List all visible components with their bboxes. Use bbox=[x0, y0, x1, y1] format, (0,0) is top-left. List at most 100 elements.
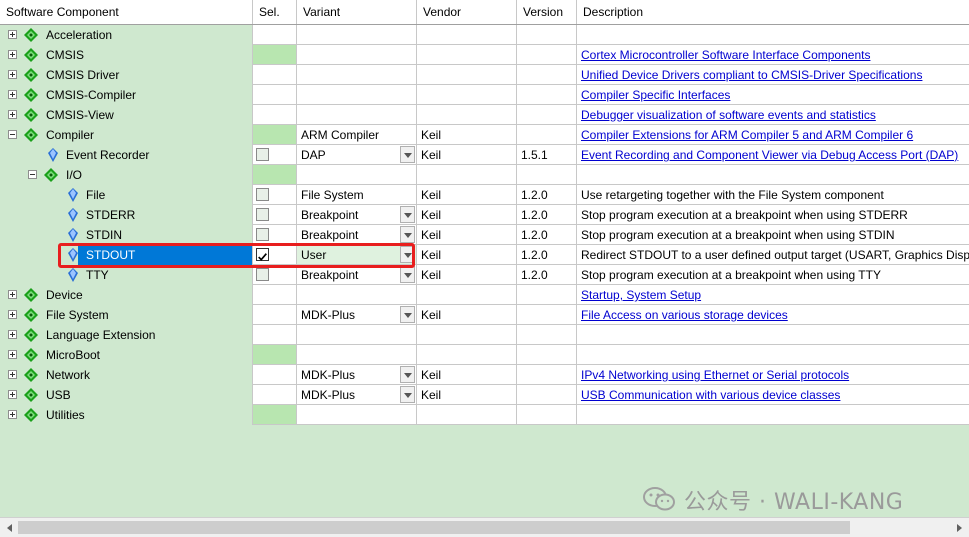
sel-cell[interactable] bbox=[253, 345, 297, 365]
tree-cell[interactable]: STDIN bbox=[0, 225, 253, 245]
chevron-down-icon[interactable] bbox=[400, 386, 415, 403]
select-checkbox[interactable] bbox=[256, 248, 269, 261]
description-link[interactable]: USB Communication with various device cl… bbox=[577, 388, 840, 402]
tree-cell[interactable]: File System bbox=[0, 305, 253, 325]
sel-cell[interactable] bbox=[253, 245, 297, 265]
select-checkbox[interactable] bbox=[256, 188, 269, 201]
chevron-down-icon[interactable] bbox=[400, 246, 415, 263]
expand-icon[interactable] bbox=[8, 350, 17, 359]
scroll-left-icon[interactable] bbox=[2, 520, 18, 536]
tree-cell[interactable]: Acceleration bbox=[0, 25, 253, 45]
sel-cell[interactable] bbox=[253, 265, 297, 285]
table-row[interactable]: Utilities bbox=[0, 405, 969, 425]
tree-cell[interactable]: USB bbox=[0, 385, 253, 405]
table-row[interactable]: STDIN Breakpoint Keil 1.2.0 Stop program exe… bbox=[0, 225, 969, 245]
header-description[interactable]: Description bbox=[577, 0, 969, 24]
expand-icon[interactable] bbox=[8, 70, 17, 79]
table-row[interactable]: Language Extension bbox=[0, 325, 969, 345]
tree-cell[interactable]: CMSIS-Compiler bbox=[0, 85, 253, 105]
sel-cell[interactable] bbox=[253, 285, 297, 305]
sel-cell[interactable] bbox=[253, 145, 297, 165]
tree-cell[interactable]: Compiler bbox=[0, 125, 253, 145]
expand-icon[interactable] bbox=[8, 90, 17, 99]
tree-cell[interactable]: CMSIS Driver bbox=[0, 65, 253, 85]
table-row[interactable]: Compiler ARM Compiler Keil Compiler Extensi… bbox=[0, 125, 969, 145]
description-link[interactable]: Startup, System Setup bbox=[577, 288, 701, 302]
chevron-down-icon[interactable] bbox=[400, 366, 415, 383]
description-link[interactable]: Compiler Extensions for ARM Compiler 5 a… bbox=[577, 128, 913, 142]
chevron-down-icon[interactable] bbox=[400, 266, 415, 283]
collapse-icon[interactable] bbox=[8, 130, 17, 139]
table-row[interactable]: File File System Keil 1.2.0 Use retargeting … bbox=[0, 185, 969, 205]
table-row[interactable]: Acceleration bbox=[0, 25, 969, 45]
table-row[interactable]: CMSIS Driver Unified Device Drivers compl… bbox=[0, 65, 969, 85]
table-row[interactable]: Event Recorder DAP Keil 1.5.1 Event Recordin… bbox=[0, 145, 969, 165]
scroll-thumb[interactable] bbox=[18, 521, 850, 534]
tree-cell[interactable]: Utilities bbox=[0, 405, 253, 425]
sel-cell[interactable] bbox=[253, 225, 297, 245]
variant-cell[interactable]: DAP bbox=[297, 145, 417, 165]
expand-icon[interactable] bbox=[8, 330, 17, 339]
expand-icon[interactable] bbox=[8, 30, 17, 39]
select-checkbox[interactable] bbox=[256, 148, 269, 161]
expand-icon[interactable] bbox=[8, 370, 17, 379]
expand-icon[interactable] bbox=[8, 290, 17, 299]
chevron-down-icon[interactable] bbox=[400, 306, 415, 323]
sel-cell[interactable] bbox=[253, 205, 297, 225]
table-row[interactable]: CMSIS-Compiler Compiler Specific Interfac… bbox=[0, 85, 969, 105]
select-checkbox[interactable] bbox=[256, 268, 269, 281]
scroll-right-icon[interactable] bbox=[951, 520, 967, 536]
header-software-component[interactable]: Software Component bbox=[0, 0, 253, 24]
variant-cell[interactable]: MDK-Plus bbox=[297, 365, 417, 385]
sel-cell[interactable] bbox=[253, 85, 297, 105]
table-row[interactable]: STDERR Breakpoint Keil 1.2.0 Stop program ex… bbox=[0, 205, 969, 225]
tree-cell[interactable]: I/O bbox=[0, 165, 253, 185]
sel-cell[interactable] bbox=[253, 405, 297, 425]
sel-cell[interactable] bbox=[253, 165, 297, 185]
sel-cell[interactable] bbox=[253, 105, 297, 125]
sel-cell[interactable] bbox=[253, 305, 297, 325]
expand-icon[interactable] bbox=[8, 410, 17, 419]
expand-icon[interactable] bbox=[8, 110, 17, 119]
table-row[interactable]: CMSIS Cortex Microcontroller Software Int… bbox=[0, 45, 969, 65]
variant-cell[interactable]: MDK-Plus bbox=[297, 305, 417, 325]
table-row[interactable]: TTY Breakpoint Keil 1.2.0 Stop program execu… bbox=[0, 265, 969, 285]
tree-cell[interactable]: Network bbox=[0, 365, 253, 385]
table-row[interactable]: USB MDK-Plus Keil USB Communication with va… bbox=[0, 385, 969, 405]
table-row[interactable]: Network MDK-Plus Keil IPv4 Networking using… bbox=[0, 365, 969, 385]
expand-icon[interactable] bbox=[8, 310, 17, 319]
select-checkbox[interactable] bbox=[256, 208, 269, 221]
sel-cell[interactable] bbox=[253, 45, 297, 65]
description-link[interactable]: Debugger visualization of software event… bbox=[577, 108, 876, 122]
table-row[interactable]: I/O bbox=[0, 165, 969, 185]
select-checkbox[interactable] bbox=[256, 228, 269, 241]
variant-cell[interactable]: Breakpoint bbox=[297, 265, 417, 285]
tree-cell[interactable]: TTY bbox=[0, 265, 253, 285]
table-row[interactable]: STDOUT User Keil 1.2.0 Redirect STDOUT to a … bbox=[0, 245, 969, 265]
chevron-down-icon[interactable] bbox=[400, 226, 415, 243]
chevron-down-icon[interactable] bbox=[400, 206, 415, 223]
collapse-icon[interactable] bbox=[28, 170, 37, 179]
description-link[interactable]: Cortex Microcontroller Software Interfac… bbox=[577, 48, 870, 62]
sel-cell[interactable] bbox=[253, 65, 297, 85]
tree-cell[interactable]: STDOUT bbox=[0, 245, 253, 265]
sel-cell[interactable] bbox=[253, 385, 297, 405]
sel-cell[interactable] bbox=[253, 325, 297, 345]
tree-cell[interactable]: CMSIS-View bbox=[0, 105, 253, 125]
chevron-down-icon[interactable] bbox=[400, 146, 415, 163]
table-row[interactable]: Device Startup, System Setup bbox=[0, 285, 969, 305]
table-row[interactable]: File System MDK-Plus Keil File Access on va… bbox=[0, 305, 969, 325]
description-link[interactable]: File Access on various storage devices bbox=[577, 308, 788, 322]
tree-cell[interactable]: Device bbox=[0, 285, 253, 305]
tree-cell[interactable]: Language Extension bbox=[0, 325, 253, 345]
table-row[interactable]: MicroBoot bbox=[0, 345, 969, 365]
sel-cell[interactable] bbox=[253, 185, 297, 205]
variant-cell[interactable]: Breakpoint bbox=[297, 205, 417, 225]
tree-cell[interactable]: File bbox=[0, 185, 253, 205]
horizontal-scrollbar[interactable] bbox=[0, 517, 969, 537]
variant-cell[interactable]: Breakpoint bbox=[297, 225, 417, 245]
tree-cell[interactable]: CMSIS bbox=[0, 45, 253, 65]
header-variant[interactable]: Variant bbox=[297, 0, 417, 24]
table-row[interactable]: CMSIS-View Debugger visualization of soft… bbox=[0, 105, 969, 125]
header-vendor[interactable]: Vendor bbox=[417, 0, 517, 24]
